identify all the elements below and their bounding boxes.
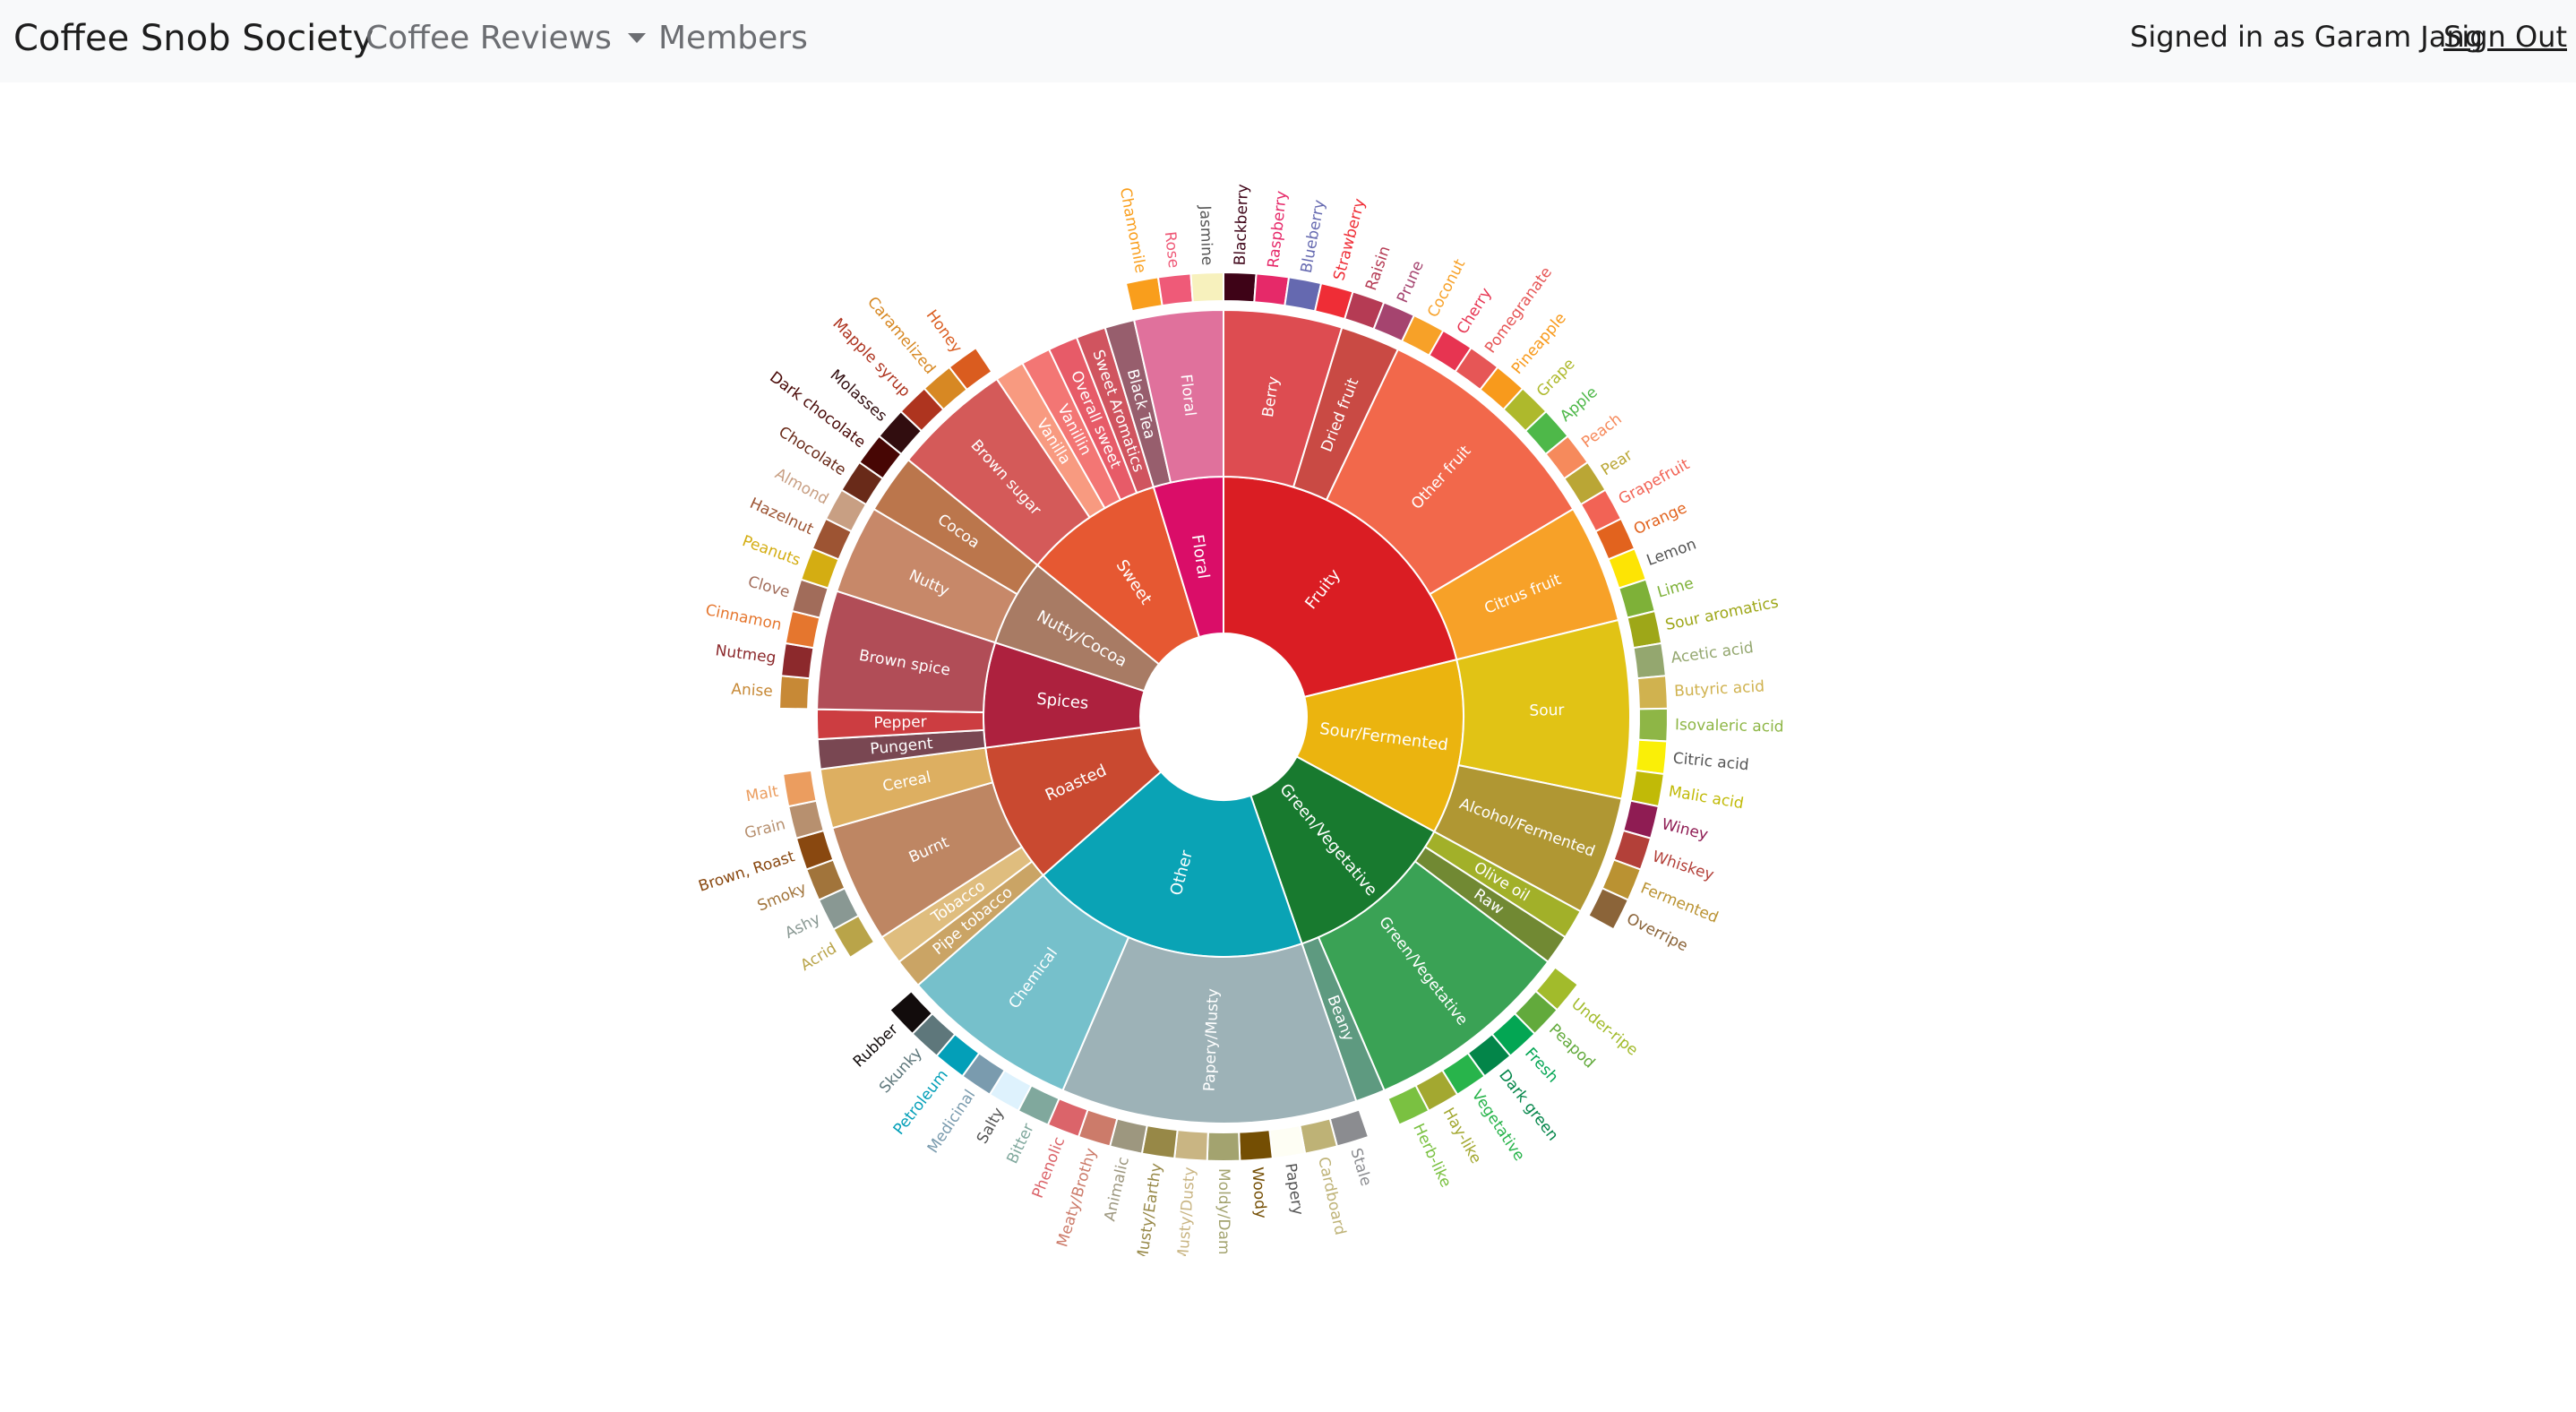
segment-flavor-isovaleric-acid[interactable] [1637,707,1670,743]
flavor-label-nutmeg: Nutmeg [715,641,777,667]
flavor-label-bitter: Bitter [1003,1121,1037,1167]
flavor-label-woody: Woody [1248,1167,1269,1219]
segment-flavor-rose[interactable] [1156,272,1194,307]
flavor-label-coconut: Coconut [1424,256,1469,321]
flavor-label-peanuts: Peanuts [740,532,803,570]
flavor-label-hay-like: Hay-like [1439,1105,1485,1167]
flavor-label-clove: Clove [746,573,792,601]
segment-flavor-citric-acid[interactable] [1634,738,1669,776]
navbar: Coffee Snob Society Coffee Reviews Membe… [0,0,2576,82]
flavor-label-overripe: Overripe [1624,910,1691,956]
members-link[interactable]: Members [658,20,808,56]
flavor-label-winey: Winey [1660,815,1710,844]
segment-flavor-sour-aromatics[interactable] [1626,609,1663,650]
signed-in-text: Signed in as Garam Jang [2130,20,2483,54]
flavor-label-strawberry: Strawberry [1330,197,1369,283]
flavor-label-acetic-acid: Acetic acid [1670,639,1755,667]
flavor-label-chamomile: Chamomile [1116,186,1149,275]
flavor-label-malic-acid: Malic acid [1667,783,1745,814]
flavor-label-musty-earthy: Musty/Earthy [1133,1162,1165,1256]
segment-flavor-raspberry[interactable] [1253,272,1291,307]
flavor-label-jasmine: Jasmine [1196,204,1215,266]
flavor-label-salty: Salty [974,1105,1008,1147]
segment-flavor-acetic-acid[interactable] [1632,641,1667,680]
flavor-label-pear: Pear [1598,446,1636,479]
segment-flavor-grain[interactable] [787,799,825,839]
flavor-label-anise: Anise [731,681,773,702]
flavor-label-grape: Grape [1533,355,1579,400]
flavor-label-herb-like: Herb-like [1409,1121,1455,1191]
segment-flavor-chamomile[interactable] [1124,276,1163,313]
flavor-label-honey: Honey [923,306,966,357]
segment-flavor-papery[interactable] [1268,1124,1307,1160]
flavor-label-hazelnut: Hazelnut [747,495,816,538]
flavor-label-animalic: Animalic [1101,1155,1133,1223]
segment-flavor-cardboard[interactable] [1299,1117,1339,1155]
flavor-label-apple: Apple [1557,383,1601,426]
segment-flavor-musty-earthy[interactable] [1140,1124,1179,1160]
flavor-label-raspberry: Raspberry [1265,190,1291,269]
flavor-label-cherry: Cherry [1454,285,1496,338]
flavor-label-musty-dusty: Musty/Dusty [1174,1167,1199,1256]
caret-down-icon [627,33,646,43]
flavor-label-cinnamon: Cinnamon [704,601,784,634]
coffee-reviews-dropdown[interactable]: Coffee Reviews [365,20,646,56]
flavor-wheel-svg: FruityBerryBlackberry Raspberry Blueberry S… [696,184,1784,1256]
flavor-label-skunky: Skunky [876,1045,926,1098]
flavor-label-phenolic: Phenolic [1029,1134,1069,1201]
segment-flavor-butyric-acid[interactable] [1636,675,1669,710]
flavor-label-malt: Malt [744,783,780,806]
flavor-label-moldy-damp: Moldy/Damp [1215,1168,1232,1256]
flavor-label-rose: Rose [1161,230,1182,269]
flavor-label-stale: Stale [1346,1146,1375,1188]
flavor-wheel-chart: Fruity Berry Blackberry Raspberry Blueberry S… [661,181,1807,1256]
flavor-label-rubber: Rubber [850,1020,902,1071]
segment-flavor-blackberry[interactable] [1223,271,1258,304]
segment-flavor-musty-dusty[interactable] [1173,1129,1209,1162]
flavor-label-blueberry: Blueberry [1298,199,1329,275]
subcategory-label-pepper: Pepper [873,713,927,732]
flavor-label-lime: Lime [1655,574,1696,602]
flavor-label-peach: Peach [1578,410,1625,452]
flavor-label-whiskey: Whiskey [1650,848,1716,884]
flavor-label-almond: Almond [772,465,832,509]
flavor-label-ashy: Ashy [782,910,823,943]
flavor-label-blackberry: Blackberry [1232,184,1252,266]
flavor-label-acrid: Acrid [797,940,839,975]
segment-flavor-jasmine[interactable] [1189,271,1224,304]
segment-flavor-anise[interactable] [778,675,811,710]
coffee-reviews-label: Coffee Reviews [365,20,612,56]
flavor-label-grain: Grain [743,815,787,842]
flavor-label-fresh: Fresh [1521,1045,1561,1087]
segment-flavor-malt[interactable] [782,769,818,808]
segment-flavor-woody[interactable] [1238,1129,1274,1162]
flavor-label-papery: Papery [1281,1162,1306,1217]
flavor-label-butyric-acid: Butyric acid [1674,677,1765,701]
brand-link[interactable]: Coffee Snob Society [13,18,374,59]
flavor-label-orange: Orange [1631,499,1689,538]
flavor-label-citric-acid: Citric acid [1672,750,1749,775]
flavor-label-cardboard: Cardboard [1314,1155,1349,1236]
flavor-label-prune: Prune [1394,258,1428,306]
subcategory-label-sour: Sour [1529,702,1564,720]
flavor-label-raisin: Raisin [1362,244,1395,293]
sign-out-link[interactable]: Sign Out [2443,20,2567,54]
flavor-label-sour-aromatics: Sour aromatics [1664,594,1781,635]
segment-flavor-moldy-damp[interactable] [1206,1131,1241,1162]
flavor-label-isovaleric-acid: Isovaleric acid [1675,716,1784,736]
flavor-label-lemon: Lemon [1644,536,1699,571]
flavor-label-smoky: Smoky [755,879,809,915]
subcategory-label-papery-musty: Papery/Musty [1201,988,1223,1092]
segment-flavor-nutmeg[interactable] [780,641,815,680]
